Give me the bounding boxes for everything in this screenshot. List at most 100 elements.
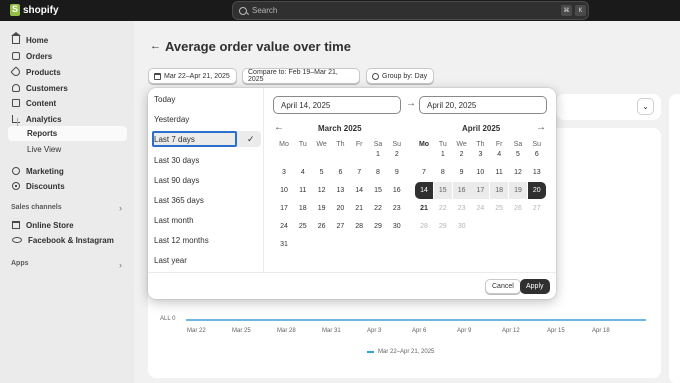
x-tick-label: Mar 28 <box>277 328 296 334</box>
calendar-day[interactable]: 26 <box>313 218 331 235</box>
calendar-day[interactable]: 4 <box>490 146 508 163</box>
calendar-day[interactable]: 10 <box>275 182 293 199</box>
calendar-day[interactable]: 7 <box>415 164 433 181</box>
preset-option[interactable]: Last 365 days <box>154 196 204 205</box>
calendar-day[interactable]: 2 <box>453 146 471 163</box>
x-tick-label: Apr 18 <box>592 328 610 334</box>
arrow-right-icon: → <box>406 98 416 109</box>
chart-legend: Mar 22–Apr 21, 2025 <box>367 349 434 355</box>
calendar-day[interactable]: 29 <box>369 218 387 235</box>
weekday-label: We <box>316 141 327 148</box>
x-tick-label: Mar 25 <box>232 328 251 334</box>
calendar-day[interactable]: 19 <box>509 182 527 199</box>
preset-option[interactable]: Today <box>154 95 175 104</box>
cancel-button[interactable]: Cancel <box>485 279 521 294</box>
calendar-day[interactable]: 17 <box>275 200 293 217</box>
calendar-day[interactable]: 12 <box>509 164 527 181</box>
preset-option[interactable]: Last 12 months <box>154 236 209 245</box>
calendar-day[interactable]: 26 <box>509 200 527 217</box>
calendar-day[interactable]: 3 <box>471 146 489 163</box>
calendar-day[interactable]: 12 <box>313 182 331 199</box>
calendar-day[interactable]: 18 <box>490 182 509 199</box>
calendar-day[interactable]: 5 <box>313 164 331 181</box>
calendar-day[interactable]: 20 <box>527 182 546 199</box>
calendar-day[interactable]: 25 <box>490 200 508 217</box>
calendar-day[interactable]: 5 <box>509 146 527 163</box>
preset-option[interactable]: Yesterday <box>154 115 189 124</box>
calendar-day[interactable]: 1 <box>434 146 452 163</box>
calendar-day[interactable]: 4 <box>294 164 312 181</box>
preset-option[interactable]: Last 7 days <box>154 135 195 144</box>
preset-option[interactable]: Last year <box>154 256 187 265</box>
calendar-day[interactable]: 29 <box>434 218 452 235</box>
calendar-day[interactable]: 8 <box>434 164 452 181</box>
calendar-day[interactable]: 7 <box>350 164 368 181</box>
calendar-day[interactable]: 16 <box>452 182 471 199</box>
x-tick-label: Apr 15 <box>547 328 565 334</box>
calendar-day[interactable]: 13 <box>331 182 349 199</box>
popover-divider <box>148 272 556 273</box>
weekday-label: Tu <box>298 141 307 148</box>
calendar-day[interactable]: 28 <box>350 218 368 235</box>
calendar-day[interactable]: 31 <box>275 236 293 253</box>
calendar-day[interactable]: 24 <box>471 200 489 217</box>
calendar-day[interactable]: 11 <box>490 164 508 181</box>
calendar-day[interactable]: 14 <box>415 182 433 199</box>
weekday-label: Mo <box>418 141 430 148</box>
preset-option[interactable]: Last 90 days <box>154 176 199 185</box>
calendar-day[interactable]: 30 <box>453 218 471 235</box>
calendar-day[interactable]: 8 <box>369 164 387 181</box>
calendar-day[interactable]: 9 <box>388 164 406 181</box>
weekday-label: Mo <box>279 141 289 148</box>
calendar-day[interactable]: 9 <box>453 164 471 181</box>
x-tick-label: Mar 22 <box>187 328 206 334</box>
calendar-day[interactable]: 1 <box>369 146 387 163</box>
legend-label: Mar 22–Apr 21, 2025 <box>378 349 435 355</box>
weekday-label: Fr <box>355 141 363 148</box>
calendar-day[interactable]: 22 <box>369 200 387 217</box>
calendar-day[interactable]: 6 <box>331 164 349 181</box>
calendar-day[interactable]: 27 <box>528 200 546 217</box>
calendar-day[interactable]: 14 <box>350 182 368 199</box>
calendar-day[interactable]: 24 <box>275 218 293 235</box>
calendar-day[interactable]: 23 <box>453 200 471 217</box>
calendar-day[interactable]: 16 <box>388 182 406 199</box>
calendar-day[interactable]: 27 <box>331 218 349 235</box>
calendar-day[interactable]: 3 <box>275 164 293 181</box>
calendar-day[interactable]: 18 <box>294 200 312 217</box>
calendar-day[interactable]: 20 <box>331 200 349 217</box>
apply-button[interactable]: Apply <box>520 279 550 294</box>
legend-swatch <box>367 351 374 353</box>
start-date-input[interactable] <box>273 96 401 114</box>
calendar-day[interactable]: 28 <box>415 218 433 235</box>
end-date-input[interactable] <box>419 96 547 114</box>
calendar-day[interactable]: 19 <box>313 200 331 217</box>
calendar-day[interactable]: 21 <box>350 200 368 217</box>
preset-option[interactable]: Last 30 days <box>154 156 199 165</box>
preset-option[interactable]: Last month <box>154 216 194 225</box>
x-tick-label: Apr 9 <box>457 328 472 334</box>
calendar-day[interactable]: 10 <box>471 164 489 181</box>
x-tick-label: Apr 12 <box>502 328 520 334</box>
calendar-day[interactable]: 15 <box>369 182 387 199</box>
calendar-day[interactable]: 13 <box>528 164 546 181</box>
calendar-day[interactable]: 30 <box>388 218 406 235</box>
calendar-day[interactable]: 2 <box>388 146 406 163</box>
calendar-day[interactable]: 6 <box>528 146 546 163</box>
calendar-day[interactable]: 23 <box>388 200 406 217</box>
checkmark-icon: ✓ <box>247 134 255 144</box>
x-tick-label: Mar 31 <box>322 328 341 334</box>
calendar-day[interactable]: 21 <box>415 200 433 217</box>
weekday-label: Th <box>336 141 345 148</box>
calendar-day[interactable]: 17 <box>471 182 490 199</box>
calendar-day[interactable]: 25 <box>294 218 312 235</box>
month-label-march: March 2025 <box>318 124 362 133</box>
calendar-day[interactable]: 11 <box>294 182 312 199</box>
x-tick-label: Apr 6 <box>412 328 427 334</box>
next-month-icon[interactable]: → <box>536 122 546 133</box>
calendar-day[interactable]: 15 <box>433 182 452 199</box>
calendar-day[interactable]: 22 <box>434 200 452 217</box>
previous-month-icon[interactable]: ← <box>274 122 284 133</box>
y-axis-zero-label: ALL 0 <box>160 316 176 322</box>
x-tick-label: Apr 3 <box>367 328 382 334</box>
